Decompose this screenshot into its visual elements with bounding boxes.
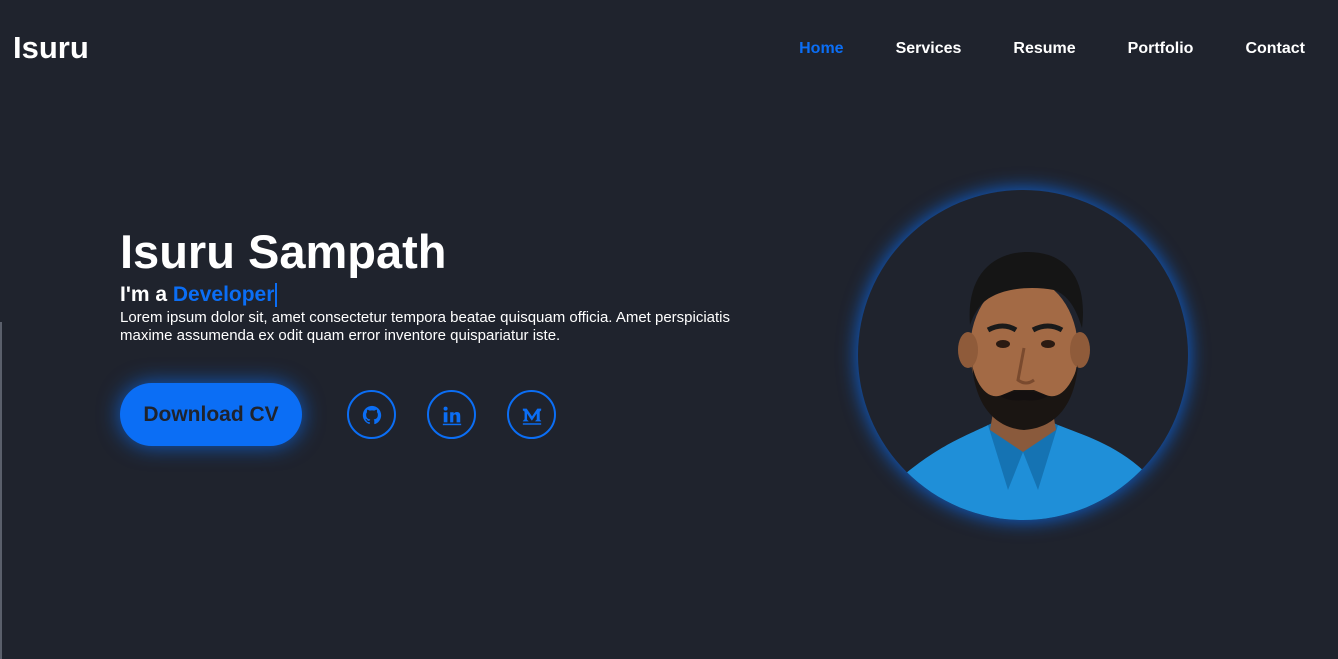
nav-home[interactable]: Home xyxy=(799,40,843,58)
site-header: Isuru Home Services Resume Portfolio Con… xyxy=(0,0,1338,100)
hero-tagline: I'm a Developer xyxy=(120,283,800,307)
linkedin-icon xyxy=(442,406,461,425)
nav-resume[interactable]: Resume xyxy=(1013,40,1075,58)
profile-photo xyxy=(888,252,1158,520)
left-edge-line xyxy=(0,322,2,659)
hero-section: Isuru Sampath I'm a Developer Lorem ipsu… xyxy=(120,225,800,345)
social-links xyxy=(347,390,556,439)
hero-actions: Download CV xyxy=(120,383,556,446)
typing-cursor xyxy=(275,283,278,307)
medium-icon xyxy=(522,408,541,425)
tagline-prefix: I'm a xyxy=(120,283,168,306)
nav-services[interactable]: Services xyxy=(896,40,962,58)
download-cv-button[interactable]: Download CV xyxy=(120,383,302,446)
profile-portrait xyxy=(858,190,1188,520)
hero-description: Lorem ipsum dolor sit, amet consectetur … xyxy=(120,309,731,344)
github-icon xyxy=(362,405,381,424)
main-nav: Home Services Resume Portfolio Contact xyxy=(747,40,1305,58)
nav-portfolio[interactable]: Portfolio xyxy=(1128,40,1194,58)
site-logo[interactable]: Isuru xyxy=(13,30,89,66)
hero-name: Isuru Sampath xyxy=(120,225,447,278)
linkedin-link[interactable] xyxy=(427,390,476,439)
typed-role: Developer xyxy=(172,283,275,306)
nav-contact[interactable]: Contact xyxy=(1245,40,1305,58)
medium-link[interactable] xyxy=(507,390,556,439)
github-link[interactable] xyxy=(347,390,396,439)
